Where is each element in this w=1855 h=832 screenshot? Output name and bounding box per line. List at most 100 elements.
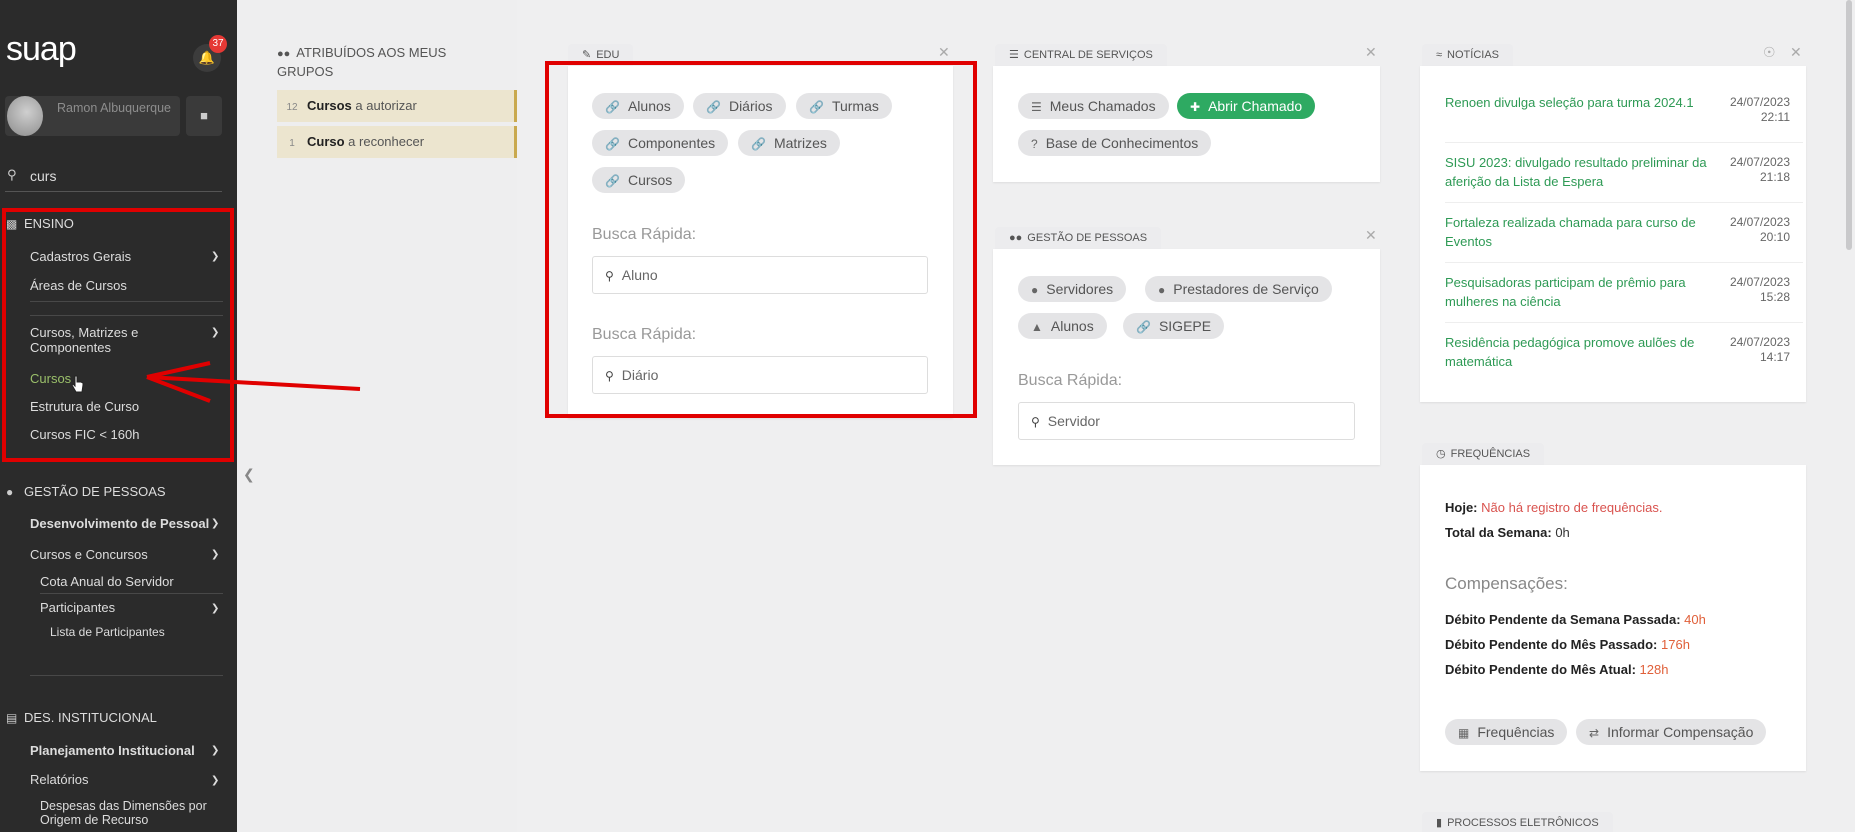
freq-value: 176h (1661, 637, 1690, 652)
plus-icon: ✚ (1190, 100, 1201, 114)
button-label: Base de Conhecimentos (1045, 135, 1199, 151)
close-icon[interactable]: ✕ (1790, 44, 1802, 61)
group-count: 1 (289, 138, 295, 149)
news-link[interactable]: SISU 2023: divulgado resultado prelimina… (1445, 153, 1725, 191)
chevron-down-icon[interactable]: ❯ (211, 775, 219, 786)
users-icon: ●● (277, 48, 291, 60)
informar-compensacao-button[interactable]: ⇄ Informar Compensação (1576, 719, 1767, 745)
menu-item-lista-participantes[interactable]: Lista de Participantes (50, 625, 165, 639)
date-text: 24/07/2023 (1729, 95, 1790, 109)
divider (1445, 202, 1803, 203)
close-icon[interactable]: ✕ (1365, 44, 1377, 61)
menu-section-gestao-pessoas[interactable]: ● GESTÃO DE PESSOAS (6, 484, 166, 499)
menu-item-planejamento[interactable]: Planejamento Institucional (30, 743, 195, 758)
menu-section-des-institucional[interactable]: ▤ DES. INSTITUCIONAL (6, 710, 157, 725)
highlight-box-ensino (2, 208, 234, 462)
news-link[interactable]: Residência pedagógica promove aulões de … (1445, 333, 1725, 371)
link-servidores[interactable]: ● Servidores (1018, 276, 1127, 302)
date-text: 24/07/2023 (1729, 215, 1790, 229)
button-label: Abrir Chamado (1208, 98, 1303, 114)
freq-label: Débito Pendente do Mês Passado: (1445, 637, 1658, 652)
user-icon[interactable]: ■ (186, 96, 222, 136)
link-sigepe[interactable]: 🔗 SIGEPE (1123, 313, 1225, 339)
link-alunos-gestao[interactable]: ▲ Alunos (1018, 313, 1107, 339)
menu-item-cota-anual[interactable]: Cota Anual do Servidor (40, 574, 174, 589)
list-icon: ☰ (1031, 100, 1042, 114)
user-name[interactable]: Ramon Albuquerque (57, 102, 172, 115)
chevron-down-icon[interactable]: ❯ (211, 549, 219, 560)
news-link[interactable]: Renoen divulga seleção para turma 2024.1 (1445, 93, 1725, 112)
freq-value: 40h (1684, 612, 1706, 627)
collapse-sidebar-icon[interactable]: ❮ (243, 466, 255, 483)
divider (40, 593, 223, 594)
calendar-icon: ▦ (1458, 726, 1470, 740)
question-icon: ? (1031, 137, 1038, 151)
news-link[interactable]: Pesquisadoras participam de prêmio para … (1445, 273, 1725, 311)
freq-label: Débito Pendente da Semana Passada: (1445, 612, 1681, 627)
group-bold: Cursos (307, 98, 352, 113)
chevron-down-icon[interactable]: ❯ (211, 745, 219, 756)
news-link[interactable]: Fortaleza realizada chamada para curso d… (1445, 213, 1725, 251)
divider (1445, 262, 1803, 263)
card-tab-label: NOTÍCIAS (1447, 49, 1499, 61)
menu-item-despesas[interactable]: Despesas das Dimensões por Origem de Rec… (40, 799, 220, 827)
frequencias-button[interactable]: ▦ Frequências (1445, 719, 1568, 745)
link-label: Alunos (1050, 318, 1094, 334)
search-servidor-input[interactable]: ⚲ Servidor (1018, 402, 1355, 440)
card-tab-central: ☰ CENTRAL DE SERVIÇOS (995, 44, 1167, 66)
menu-item-participantes[interactable]: Participantes (40, 600, 115, 615)
chart-icon: ▤ (6, 711, 18, 725)
news-date: 24/07/2023 21:18 (1710, 155, 1790, 185)
chevron-down-icon[interactable]: ❯ (211, 603, 219, 614)
groups-panel (237, 0, 517, 832)
time-text: 15:28 (1759, 290, 1790, 304)
base-conhecimentos-button[interactable]: ? Base de Conhecimentos (1018, 130, 1212, 156)
card-central-servicos (993, 66, 1380, 182)
menu-item-desenvolvimento-pessoal[interactable]: Desenvolvimento de Pessoal (30, 516, 209, 531)
groups-title: ●● ATRIBUÍDOS AOS MEUS GRUPOS (277, 44, 477, 80)
close-icon[interactable]: ✕ (938, 44, 950, 61)
freq-value: 128h (1639, 662, 1669, 677)
menu-item-cursos-concursos[interactable]: Cursos e Concursos (30, 547, 148, 562)
divider (1445, 322, 1803, 323)
link-icon: 🔗 (1136, 320, 1151, 334)
link-label: SIGEPE (1158, 318, 1212, 334)
highlight-box-edu (545, 61, 977, 418)
date-text: 24/07/2023 (1729, 155, 1790, 169)
card-tab-frequencias: ◷ FREQUÊNCIAS (1422, 443, 1545, 465)
freq-label: Total da Semana: (1445, 525, 1552, 540)
divider (1445, 142, 1803, 143)
notification-badge: 37 (209, 35, 227, 53)
menu-search-input[interactable] (30, 166, 210, 186)
card-tab-gestao: ●● GESTÃO DE PESSOAS (995, 227, 1162, 249)
users-icon: ● (1031, 283, 1039, 297)
card-tab-noticias: ≈ NOTÍCIAS (1422, 44, 1513, 66)
time-text: 22:11 (1760, 110, 1790, 124)
eye-icon[interactable]: ☉ (1763, 44, 1776, 61)
annotation-arrow (146, 361, 361, 403)
logo[interactable]: suap (6, 30, 77, 69)
group-row[interactable]: 1 Curso a reconhecer (277, 126, 517, 158)
chevron-down-icon[interactable]: ❯ (211, 518, 219, 529)
button-label: Frequências (1477, 724, 1555, 740)
abrir-chamado-button[interactable]: ✚ Abrir Chamado (1177, 93, 1316, 119)
link-prestadores[interactable]: ● Prestadores de Serviço (1145, 276, 1332, 302)
freq-label: Débito Pendente do Mês Atual: (1445, 662, 1636, 677)
scrollbar[interactable] (1846, 0, 1852, 250)
search-underline (5, 191, 222, 192)
menu-item-relatorios[interactable]: Relatórios (30, 772, 89, 787)
time-text: 21:18 (1759, 170, 1790, 184)
group-row[interactable]: 12 Cursos a autorizar (277, 90, 517, 122)
close-icon[interactable]: ✕ (1365, 227, 1377, 244)
pencil-icon: ✎ (582, 49, 592, 61)
group-rest: a reconhecer (344, 134, 425, 149)
clock-icon: ◷ (1436, 448, 1446, 460)
freq-label: Hoje: (1445, 500, 1478, 515)
group-bold: Curso (307, 134, 345, 149)
avatar[interactable] (7, 96, 43, 136)
card-tab-processos: ▮ PROCESSOS ELETRÔNICOS (1422, 812, 1613, 832)
placeholder-text: Servidor (1047, 413, 1100, 429)
time-text: 14:17 (1759, 350, 1790, 364)
meus-chamados-button[interactable]: ☰ Meus Chamados (1018, 93, 1169, 119)
graduation-cap-icon: ▲ (1031, 320, 1043, 334)
